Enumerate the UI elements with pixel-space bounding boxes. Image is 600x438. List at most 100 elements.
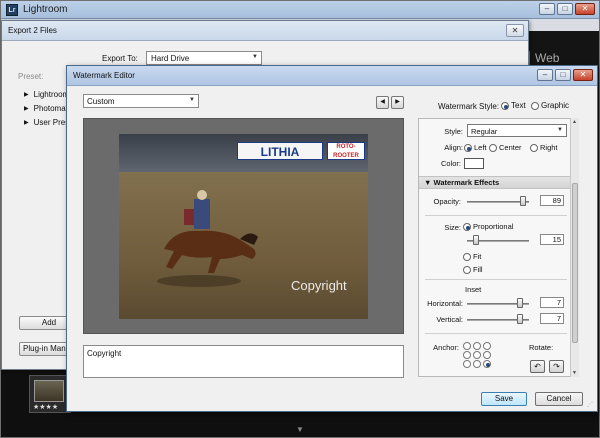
preset-folder[interactable]: ▶ Lightroom xyxy=(24,87,69,101)
previous-image-button[interactable]: ◀ xyxy=(376,96,389,109)
preset-folder[interactable]: ▶ User Pres xyxy=(24,115,69,129)
radio-unselected-icon[interactable] xyxy=(530,143,538,152)
maximize-icon[interactable]: □ xyxy=(557,3,573,15)
chevron-down-icon: ▼ xyxy=(252,54,258,60)
settings-scrollbar[interactable]: ▲ ▼ xyxy=(570,118,579,377)
module-web-tab[interactable]: Web xyxy=(535,51,559,65)
watermark-text-field[interactable]: Copyright xyxy=(83,345,404,378)
size-fill-radio[interactable]: Fill xyxy=(463,265,483,274)
style-text-radio[interactable]: Text xyxy=(501,101,526,110)
next-image-button[interactable]: ▶ xyxy=(391,96,404,109)
anchor-bottom-left[interactable] xyxy=(463,360,471,368)
watermark-preview-text: Copyright xyxy=(291,278,347,293)
color-swatch[interactable] xyxy=(464,158,484,169)
size-fit-radio[interactable]: Fit xyxy=(463,252,481,261)
color-label: Color: xyxy=(440,159,461,168)
resize-grip-icon[interactable]: ⋰ xyxy=(587,401,595,409)
radio-selected-icon[interactable] xyxy=(463,222,471,231)
radio-selected-icon[interactable] xyxy=(501,101,509,110)
photo-sign: ROTO-ROOTER xyxy=(327,142,365,160)
opacity-input[interactable]: 89 xyxy=(540,195,564,206)
size-slider-thumb[interactable] xyxy=(473,235,479,245)
anchor-middle-left[interactable] xyxy=(463,351,471,359)
export-to-dropdown[interactable]: Hard Drive ▼ xyxy=(146,51,262,65)
scrollbar-thumb[interactable] xyxy=(572,183,578,343)
disclosure-triangle-icon[interactable]: ▶ xyxy=(24,91,29,98)
horizontal-slider-thumb[interactable] xyxy=(517,298,523,308)
radio-unselected-icon[interactable] xyxy=(489,143,497,152)
export-to-label: Export To: xyxy=(102,54,138,63)
save-button[interactable]: Save xyxy=(481,392,527,406)
divider xyxy=(425,333,567,334)
align-right-label: Right xyxy=(540,143,558,152)
vertical-label: Vertical: xyxy=(436,315,463,324)
preset-folder-label: Lightroom xyxy=(33,89,70,99)
horse-rider-image xyxy=(157,190,258,287)
anchor-center[interactable] xyxy=(473,351,481,359)
divider xyxy=(425,215,567,216)
align-center-label: Center xyxy=(499,143,522,152)
anchor-top-left[interactable] xyxy=(463,342,471,350)
anchor-grid xyxy=(463,342,492,368)
watermark-effects-header[interactable]: ▼ Watermark Effects xyxy=(419,176,576,189)
align-label: Align: xyxy=(444,143,463,152)
horizontal-label: Horizontal: xyxy=(427,299,463,308)
vertical-slider-thumb[interactable] xyxy=(517,314,523,324)
divider xyxy=(425,279,567,280)
preset-folder-label: Photomat xyxy=(33,103,68,113)
chevron-down-icon: ▼ xyxy=(189,97,195,103)
size-label: Size: xyxy=(444,223,461,232)
radio-unselected-icon[interactable] xyxy=(463,252,471,261)
font-style-dropdown[interactable]: Regular ▼ xyxy=(467,124,567,137)
panel-toggle-arrow-icon[interactable]: ▼ xyxy=(296,425,304,434)
opacity-slider-thumb[interactable] xyxy=(520,196,526,206)
minimize-icon[interactable]: – xyxy=(539,3,555,15)
opacity-label: Opacity: xyxy=(433,197,461,206)
disclosure-triangle-icon[interactable]: ▼ xyxy=(424,178,431,187)
align-left-radio[interactable]: Left xyxy=(464,143,487,152)
preset-folder[interactable]: ▶ Photomat xyxy=(24,101,69,115)
lightroom-title: Lightroom xyxy=(23,4,68,15)
fill-label: Fill xyxy=(473,265,483,274)
disclosure-triangle-icon[interactable]: ▶ xyxy=(24,119,29,126)
anchor-bottom-center[interactable] xyxy=(473,360,481,368)
anchor-middle-right[interactable] xyxy=(483,351,491,359)
watermark-editor-dialog: Watermark Editor – □ ✕ Custom ▼ ◀ ▶ LITH… xyxy=(66,65,598,412)
radio-unselected-icon[interactable] xyxy=(531,101,539,110)
style-graphic-label: Graphic xyxy=(541,101,570,110)
minimize-icon[interactable]: – xyxy=(537,69,553,81)
radio-unselected-icon[interactable] xyxy=(463,265,471,274)
rotate-label: Rotate: xyxy=(529,343,554,352)
watermark-settings-panel: Style: Regular ▼ Align: Left Center Righ… xyxy=(418,118,577,377)
watermark-preset-dropdown[interactable]: Custom ▼ xyxy=(83,94,199,108)
watermark-window-controls: – □ ✕ xyxy=(537,69,593,81)
vertical-inset-input[interactable]: 7 xyxy=(540,313,564,324)
lightroom-window-controls: – □ ✕ xyxy=(539,3,595,15)
close-icon[interactable]: ✕ xyxy=(575,3,595,15)
horizontal-inset-input[interactable]: 7 xyxy=(540,297,564,308)
radio-selected-icon[interactable] xyxy=(464,143,472,152)
preview-photo: LITHIA ROTO-ROOTER Copyright xyxy=(119,134,368,319)
anchor-top-center[interactable] xyxy=(473,342,481,350)
scroll-up-icon[interactable]: ▲ xyxy=(572,119,577,125)
filmstrip-thumbnail[interactable]: ★★★★ xyxy=(29,375,71,413)
style-graphic-radio[interactable]: Graphic xyxy=(531,101,569,110)
disclosure-triangle-icon[interactable]: ▶ xyxy=(24,105,29,112)
watermark-preview: LITHIA ROTO-ROOTER Copyright xyxy=(83,118,404,334)
scroll-down-icon[interactable]: ▼ xyxy=(572,370,577,376)
maximize-icon[interactable]: □ xyxy=(555,69,571,81)
close-icon[interactable]: ✕ xyxy=(506,24,524,37)
close-icon[interactable]: ✕ xyxy=(573,69,593,81)
anchor-bottom-right[interactable] xyxy=(483,360,491,368)
align-right-radio[interactable]: Right xyxy=(530,143,558,152)
cancel-button[interactable]: Cancel xyxy=(535,392,583,406)
size-proportional-radio[interactable]: Proportional xyxy=(463,222,513,231)
anchor-top-right[interactable] xyxy=(483,342,491,350)
align-center-radio[interactable]: Center xyxy=(489,143,522,152)
preset-tree: ▶ Lightroom ▶ Photomat ▶ User Pres xyxy=(24,87,69,129)
lightroom-titlebar: Lr Lightroom – □ ✕ xyxy=(1,1,599,19)
rotate-left-button[interactable]: ↶ xyxy=(530,360,545,373)
thumbnail-image xyxy=(34,380,64,402)
size-input[interactable]: 15 xyxy=(540,234,564,245)
rotate-right-button[interactable]: ↷ xyxy=(549,360,564,373)
